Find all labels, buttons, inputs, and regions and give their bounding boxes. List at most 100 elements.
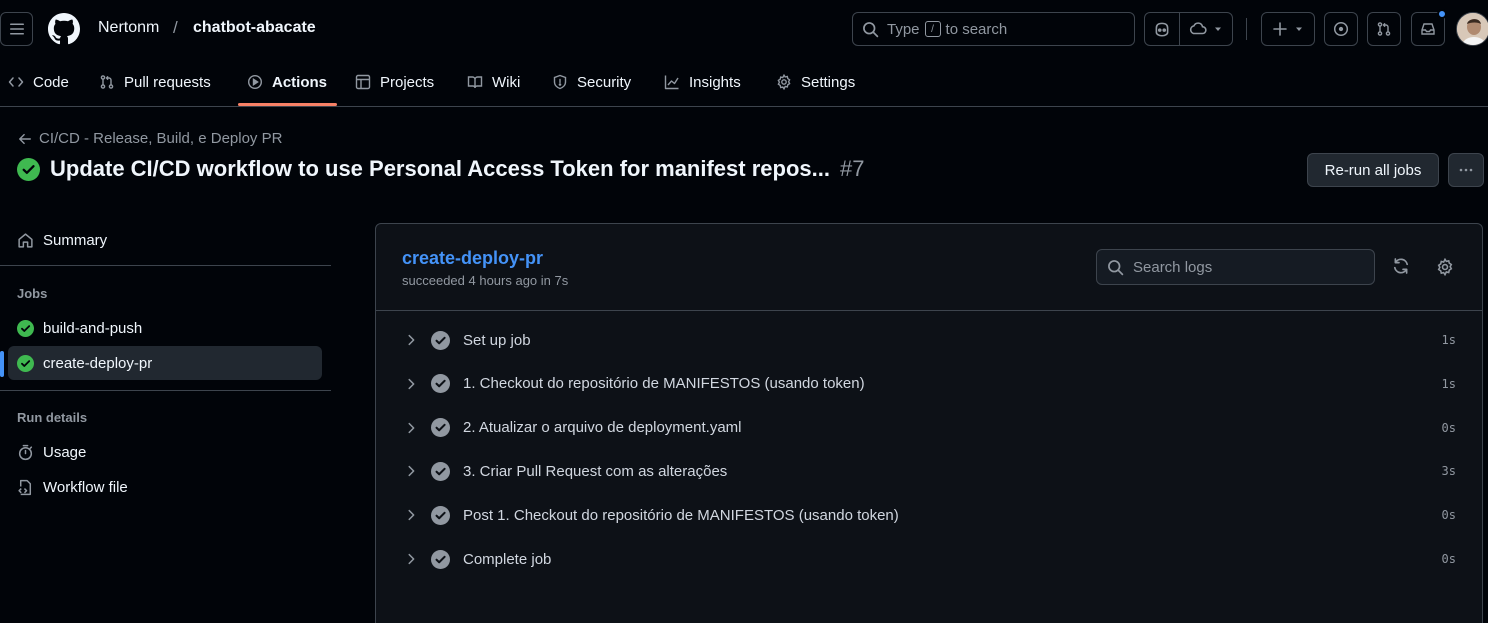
search-icon [1108, 259, 1124, 275]
copilot-icon [1155, 22, 1169, 37]
global-search-input[interactable]: Type / to search [852, 12, 1135, 46]
step-label: 2. Atualizar o arquivo de deployment.yam… [463, 419, 742, 437]
tab-code-label: Code [33, 73, 69, 91]
log-settings-button[interactable] [1436, 258, 1454, 276]
check-circle-fill-icon [431, 505, 450, 525]
tab-projects-label: Projects [380, 73, 435, 91]
copilot-menu-button[interactable] [1179, 12, 1233, 46]
chevron-right-icon [408, 553, 415, 565]
step-label: 1. Checkout do repositório de MANIFESTOS… [463, 375, 865, 393]
tab-actions-label: Actions [272, 73, 328, 91]
step-label: Set up job [463, 331, 531, 349]
step-duration: 3s [1441, 464, 1456, 479]
sidebar-item-label: Workflow file [43, 478, 128, 496]
chevron-right-icon [408, 334, 415, 346]
path-separator: / [173, 18, 178, 37]
search-logs-placeholder: Search logs [1133, 258, 1213, 276]
step-duration: 0s [1441, 508, 1456, 523]
repo-link[interactable]: chatbot-abacate [193, 19, 316, 37]
tab-settings-label: Settings [801, 73, 856, 91]
issues-button[interactable] [1324, 12, 1358, 46]
job-name-link[interactable]: create-deploy-pr [402, 248, 543, 269]
check-circle-fill-icon [17, 354, 34, 372]
search-suffix: to search [945, 20, 1008, 38]
run-title: Update CI/CD workflow to use Personal Ac… [50, 156, 830, 181]
tab-security-label: Security [577, 73, 632, 91]
copilot-button[interactable] [1144, 12, 1180, 46]
tab-pull-requests[interactable]: Pull requests [99, 58, 211, 106]
tab-security[interactable]: Security [552, 58, 631, 106]
tab-wiki-label: Wiki [492, 73, 521, 91]
search-shortcut-key: / [924, 21, 941, 37]
run-details-heading: Run details [17, 410, 88, 425]
check-circle-fill-icon [431, 418, 450, 438]
sidebar-divider [0, 265, 331, 266]
home-icon [18, 232, 33, 248]
job-log-panel: create-deploy-pr succeeded 4 hours ago i… [375, 223, 1483, 623]
rerun-all-jobs-label: Re-run all jobs [1324, 161, 1422, 179]
tab-settings[interactable]: Settings [776, 58, 855, 106]
page-title: Update CI/CD workflow to use Personal Ac… [17, 156, 864, 182]
sidebar-item-summary[interactable]: Summary [8, 223, 322, 257]
sidebar-divider [0, 390, 331, 391]
tab-insights-label: Insights [689, 73, 741, 91]
repo-tabs: Code Pull requests Actions Projects Wiki… [0, 58, 1488, 107]
search-logs-input[interactable]: Search logs [1096, 249, 1375, 285]
step-row[interactable]: Set up job 1s [376, 320, 1482, 360]
book-icon [467, 76, 483, 89]
refresh-button[interactable] [1392, 257, 1410, 275]
active-tab-indicator [238, 103, 337, 106]
sidebar-item-label: Summary [43, 231, 108, 249]
sync-icon [1393, 258, 1409, 274]
triangle-down-icon [1215, 27, 1221, 31]
sidebar-job-label: build-and-push [43, 319, 143, 337]
issue-opened-icon [1333, 21, 1349, 37]
workflow-name: CI/CD - Release, Build, e Deploy PR [39, 130, 283, 147]
panel-divider [376, 310, 1482, 311]
step-row[interactable]: 2. Atualizar o arquivo de deployment.yam… [376, 408, 1482, 448]
gear-icon [777, 74, 791, 90]
step-row[interactable]: Post 1. Checkout do repositório de MANIF… [376, 495, 1482, 535]
sidebar-job-create-deploy-pr[interactable]: create-deploy-pr [8, 346, 322, 380]
git-pull-request-icon [1377, 22, 1391, 36]
file-code-icon [18, 479, 32, 495]
rerun-all-jobs-button[interactable]: Re-run all jobs [1307, 153, 1439, 187]
sidebar-item-usage[interactable]: Usage [8, 435, 322, 469]
github-logo-icon[interactable] [48, 13, 80, 45]
notification-dot [1437, 9, 1447, 19]
check-circle-fill-icon [17, 157, 40, 181]
sidebar-item-workflow-file[interactable]: Workflow file [8, 470, 322, 504]
play-icon [247, 74, 263, 90]
step-row[interactable]: 3. Criar Pull Request com as alterações … [376, 451, 1482, 491]
menu-button[interactable] [0, 12, 33, 46]
tab-projects[interactable]: Projects [355, 58, 434, 106]
chevron-right-icon [408, 378, 415, 389]
stopwatch-icon [18, 444, 33, 460]
step-label: Complete job [463, 550, 552, 568]
step-duration: 1s [1441, 333, 1456, 347]
shield-icon [553, 74, 567, 90]
tab-insights[interactable]: Insights [664, 58, 741, 106]
more-options-button[interactable] [1448, 153, 1484, 187]
code-icon [8, 77, 24, 87]
inbox-icon [1421, 23, 1435, 35]
create-new-button[interactable] [1261, 12, 1315, 46]
plus-icon [1273, 22, 1287, 36]
pull-requests-button[interactable] [1367, 12, 1401, 46]
step-duration: 0s [1441, 552, 1456, 566]
tab-actions[interactable]: Actions [247, 58, 327, 106]
back-to-workflow-link[interactable]: CI/CD - Release, Build, e Deploy PR [18, 130, 282, 147]
avatar[interactable] [1456, 12, 1488, 46]
search-prefix: Type [887, 20, 920, 38]
tab-wiki[interactable]: Wiki [467, 58, 520, 106]
arrow-left-icon [19, 133, 31, 144]
step-row[interactable]: 1. Checkout do repositório de MANIFESTOS… [376, 364, 1482, 404]
step-duration: 0s [1441, 420, 1456, 435]
tab-code[interactable]: Code [8, 58, 69, 106]
chevron-right-icon [408, 422, 415, 433]
jobs-heading: Jobs [17, 286, 48, 301]
triangle-down-icon [1296, 27, 1302, 31]
step-row[interactable]: Complete job 0s [376, 539, 1482, 579]
sidebar-job-build-and-push[interactable]: build-and-push [8, 311, 322, 345]
owner-link[interactable]: Nertonm [98, 19, 159, 37]
